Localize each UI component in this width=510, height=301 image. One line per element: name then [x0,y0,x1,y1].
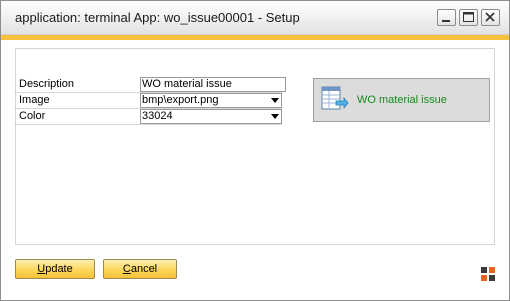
maximize-button[interactable] [459,9,478,26]
accent-bar [1,35,509,40]
update-button[interactable]: Update [15,259,95,279]
cancel-button[interactable]: Cancel [103,259,177,279]
image-dropdown[interactable]: bmp\export.png [140,93,282,108]
description-field[interactable]: WO material issue [140,77,286,92]
color-dropdown[interactable]: 33024 [140,109,282,124]
close-button[interactable] [481,9,500,26]
preview-tile[interactable]: WO material issue [313,78,490,122]
table-export-icon [321,86,349,110]
chevron-down-icon [271,98,279,103]
row-divider [14,124,282,125]
update-mnemonic: U [37,263,46,275]
cancel-mnemonic: C [122,263,131,275]
image-label: Image [19,94,50,106]
image-value: bmp\export.png [142,94,219,106]
update-label: pdate [45,263,73,275]
minimize-icon [442,20,450,22]
close-icon [485,12,495,22]
color-value: 33024 [142,110,173,122]
description-label: Description [19,78,75,90]
chevron-down-icon [271,114,279,119]
minimize-button[interactable] [437,9,456,26]
color-label: Color [19,110,46,122]
setup-window: application: terminal App: wo_issue00001… [0,0,510,301]
description-value: WO material issue [142,78,232,90]
window-title: application: terminal App: wo_issue00001… [15,10,300,25]
preview-label: WO material issue [357,94,447,106]
maximize-icon [463,12,474,22]
title-bar[interactable]: application: terminal App: wo_issue00001… [1,1,509,35]
resize-grip-icon[interactable] [480,266,496,282]
cancel-label: ancel [130,263,158,275]
